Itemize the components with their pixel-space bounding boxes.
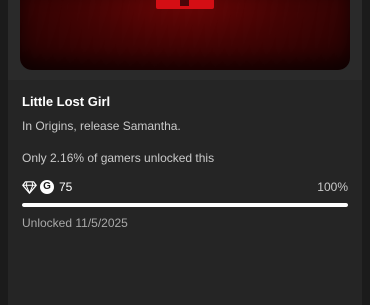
- achievement-rarity: Only 2.16% of gamers unlocked this: [22, 151, 215, 165]
- achievement-art: [8, 0, 362, 80]
- achievement-card[interactable]: Little Lost Girl In Origins, release Sam…: [8, 0, 362, 305]
- unlocked-date: Unlocked 11/5/2025: [22, 216, 128, 230]
- progress-bar-fill: [22, 203, 348, 207]
- art-logo-fragment: [156, 0, 214, 9]
- gamerscore-value: 75: [59, 180, 73, 194]
- progress-bar: [22, 203, 348, 207]
- gamerscore-icon: G: [40, 180, 54, 194]
- achievement-title: Little Lost Girl: [22, 94, 111, 109]
- achievement-art-image: [20, 0, 350, 70]
- progress-percent: 100%: [317, 180, 348, 194]
- achievement-stats: G 75 100%: [22, 180, 348, 196]
- achievement-description: In Origins, release Samantha.: [22, 119, 181, 133]
- diamond-icon: [22, 181, 37, 194]
